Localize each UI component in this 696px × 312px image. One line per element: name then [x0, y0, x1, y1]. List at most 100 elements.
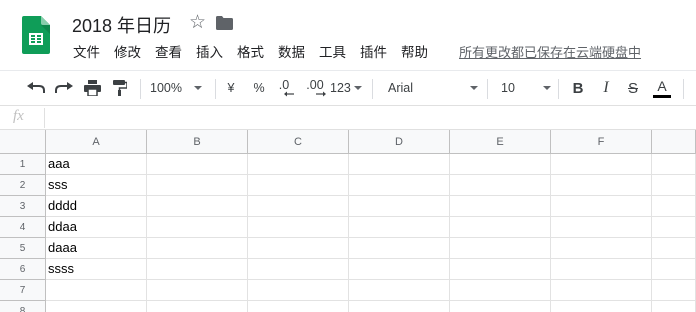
cell-d1[interactable]	[349, 154, 450, 175]
select-all-corner[interactable]	[0, 130, 46, 154]
column-header-b[interactable]: B	[147, 130, 248, 154]
document-title[interactable]: 2018 年日历	[72, 12, 171, 38]
cell-c2[interactable]	[248, 175, 349, 196]
cell-partial[interactable]	[652, 154, 696, 175]
cell-c1[interactable]	[248, 154, 349, 175]
column-header-c[interactable]: C	[248, 130, 349, 154]
cell-b3[interactable]	[147, 196, 248, 217]
cell-b8[interactable]	[147, 301, 248, 312]
cell-f7[interactable]	[551, 280, 652, 301]
cell-e7[interactable]	[450, 280, 551, 301]
row-header[interactable]: 7	[0, 280, 46, 301]
cell-b1[interactable]	[147, 154, 248, 175]
text-color-button[interactable]: A	[651, 71, 673, 105]
cell-partial[interactable]	[652, 301, 696, 312]
menu-data[interactable]: 数据	[271, 43, 312, 63]
column-header-d[interactable]: D	[349, 130, 450, 154]
cell-d2[interactable]	[349, 175, 450, 196]
row-header[interactable]: 4	[0, 217, 46, 238]
cell-a4[interactable]: ddaa	[46, 217, 147, 238]
menu-addons[interactable]: 插件	[353, 43, 394, 63]
cell-b7[interactable]	[147, 280, 248, 301]
cell-d4[interactable]	[349, 217, 450, 238]
cell-c3[interactable]	[248, 196, 349, 217]
cell-e4[interactable]	[450, 217, 551, 238]
row-header[interactable]: 3	[0, 196, 46, 217]
cell-d7[interactable]	[349, 280, 450, 301]
cell-a2[interactable]: sss	[46, 175, 147, 196]
cell-e1[interactable]	[450, 154, 551, 175]
cell-a7[interactable]	[46, 280, 147, 301]
cell-partial[interactable]	[652, 238, 696, 259]
folder-icon[interactable]	[216, 16, 233, 30]
save-status-link[interactable]: 所有更改都已保存在云端硬盘中	[459, 43, 641, 63]
menu-format[interactable]: 格式	[230, 43, 271, 63]
decrease-decimal-button[interactable]: .0	[272, 71, 296, 105]
menu-tools[interactable]: 工具	[312, 43, 353, 63]
cell-b4[interactable]	[147, 217, 248, 238]
formula-input[interactable]	[48, 108, 688, 128]
redo-icon[interactable]	[52, 71, 76, 105]
row-header[interactable]: 2	[0, 175, 46, 196]
font-size-select[interactable]: 10	[501, 71, 551, 105]
cell-e3[interactable]	[450, 196, 551, 217]
more-formats-select[interactable]: 123	[330, 71, 364, 105]
cell-b2[interactable]	[147, 175, 248, 196]
zoom-select[interactable]: 100%	[150, 71, 208, 105]
cell-d6[interactable]	[349, 259, 450, 280]
row-header[interactable]: 1	[0, 154, 46, 175]
print-icon[interactable]	[80, 71, 104, 105]
percent-format-button[interactable]: %	[250, 71, 268, 105]
strikethrough-button[interactable]: S	[623, 71, 643, 105]
cell-partial[interactable]	[652, 280, 696, 301]
star-icon[interactable]: ☆	[189, 12, 206, 34]
cell-e5[interactable]	[450, 238, 551, 259]
undo-icon[interactable]	[24, 71, 48, 105]
cell-e8[interactable]	[450, 301, 551, 312]
row-header[interactable]: 6	[0, 259, 46, 280]
column-header-e[interactable]: E	[450, 130, 551, 154]
italic-button[interactable]: I	[596, 71, 616, 105]
cell-a3[interactable]: dddd	[46, 196, 147, 217]
menu-insert[interactable]: 插入	[189, 43, 230, 63]
increase-decimal-button[interactable]: .00	[302, 71, 328, 105]
cell-e6[interactable]	[450, 259, 551, 280]
sheets-logo-icon[interactable]	[22, 16, 50, 54]
cell-a6[interactable]: ssss	[46, 259, 147, 280]
currency-format-button[interactable]: ¥	[222, 71, 240, 105]
menu-edit[interactable]: 修改	[107, 43, 148, 63]
cell-a8[interactable]	[46, 301, 147, 312]
cell-d5[interactable]	[349, 238, 450, 259]
cell-d3[interactable]	[349, 196, 450, 217]
cell-b6[interactable]	[147, 259, 248, 280]
menu-help[interactable]: 帮助	[394, 43, 435, 63]
menu-view[interactable]: 查看	[148, 43, 189, 63]
cell-f8[interactable]	[551, 301, 652, 312]
row-header[interactable]: 8	[0, 301, 46, 312]
column-header-a[interactable]: A	[46, 130, 147, 154]
cell-a1[interactable]: aaa	[46, 154, 147, 175]
cell-f4[interactable]	[551, 217, 652, 238]
cell-f2[interactable]	[551, 175, 652, 196]
cell-c6[interactable]	[248, 259, 349, 280]
cell-partial[interactable]	[652, 217, 696, 238]
cell-c8[interactable]	[248, 301, 349, 312]
cell-a5[interactable]: daaa	[46, 238, 147, 259]
cell-d8[interactable]	[349, 301, 450, 312]
cell-f3[interactable]	[551, 196, 652, 217]
cell-b5[interactable]	[147, 238, 248, 259]
cell-partial[interactable]	[652, 196, 696, 217]
column-header-f[interactable]: F	[551, 130, 652, 154]
bold-button[interactable]: B	[568, 71, 588, 105]
cell-partial[interactable]	[652, 259, 696, 280]
paint-format-icon[interactable]	[108, 71, 132, 105]
cell-f1[interactable]	[551, 154, 652, 175]
font-family-select[interactable]: Arial	[388, 71, 478, 105]
cell-c4[interactable]	[248, 217, 349, 238]
cell-f6[interactable]	[551, 259, 652, 280]
cell-partial[interactable]	[652, 175, 696, 196]
menu-file[interactable]: 文件	[66, 43, 107, 63]
cell-c5[interactable]	[248, 238, 349, 259]
column-header-g[interactable]	[652, 130, 696, 154]
cell-f5[interactable]	[551, 238, 652, 259]
